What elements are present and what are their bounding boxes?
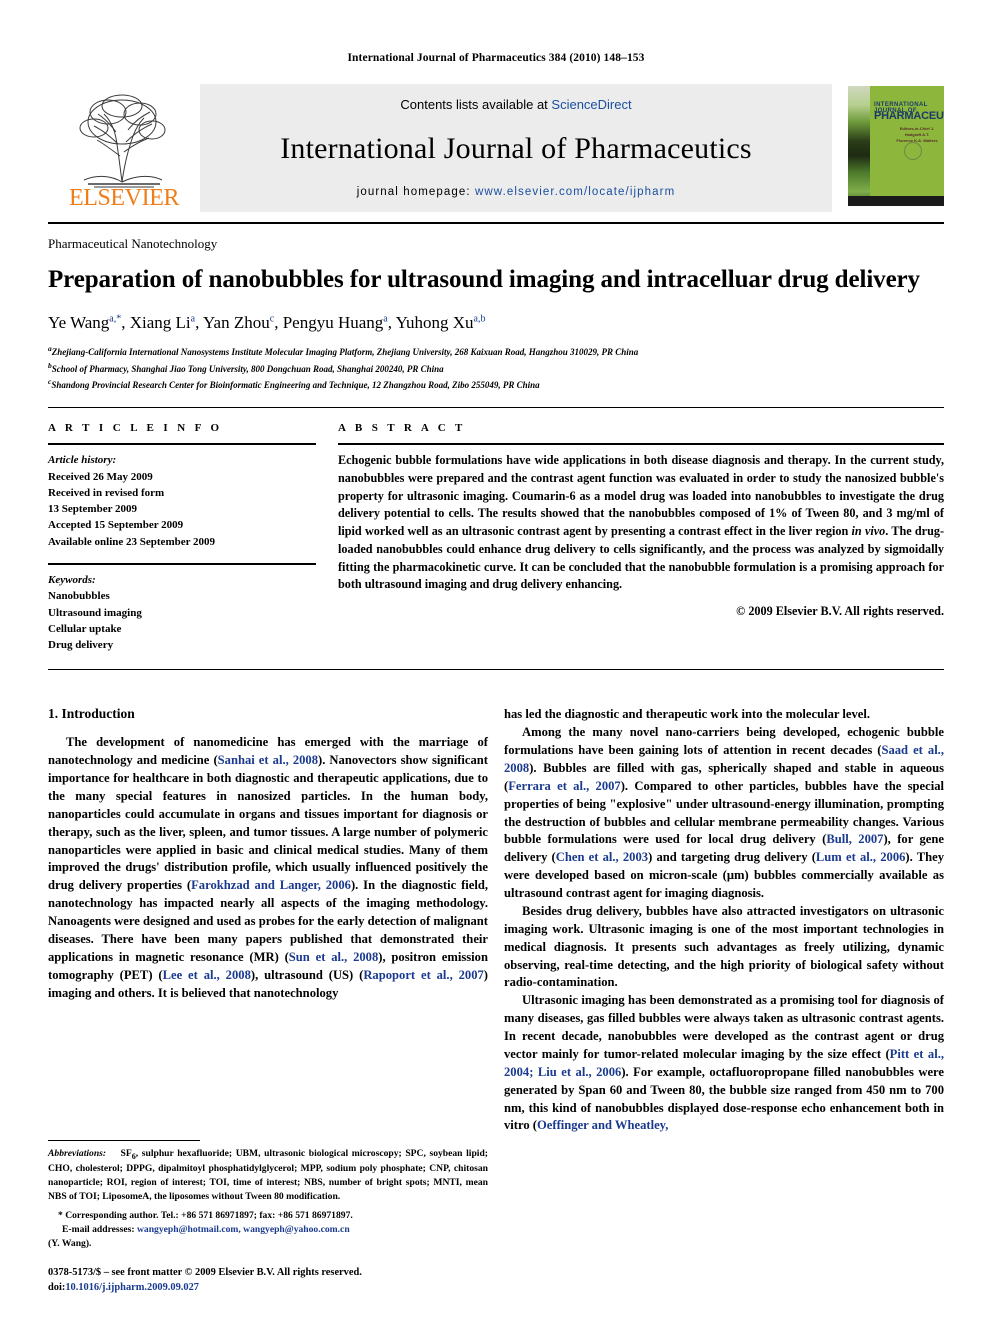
doi-value[interactable]: 10.1016/j.ijpharm.2009.09.027 — [65, 1282, 199, 1293]
journal-homepage-line: journal homepage: www.elsevier.com/locat… — [357, 186, 676, 198]
column-gap — [316, 422, 338, 653]
email-label: E-mail addresses: — [62, 1224, 135, 1236]
cover-emblem-icon — [904, 142, 922, 160]
abstract-column: A B S T R A C T Echogenic bubble formula… — [338, 422, 944, 653]
abstract-bottom-divider — [48, 669, 944, 671]
affiliation-c: cShandong Provincial Research Center for… — [48, 376, 944, 393]
contents-line: Contents lists available at ScienceDirec… — [400, 97, 631, 112]
body-columns: 1. Introduction The development of nanom… — [48, 706, 944, 1135]
cover-line2: PHARMACEUTICS — [874, 110, 944, 122]
keywords-rule — [48, 563, 316, 565]
article-info-rule — [48, 443, 316, 446]
author-list: Ye Wanga,*, Xiang Lia, Yan Zhouc, Pengyu… — [48, 312, 486, 332]
article-info-column: A R T I C L E I N F O Article history: R… — [48, 422, 316, 653]
footnote-area: Abbreviations: SF6, sulphur hexafluoride… — [48, 1140, 488, 1295]
article-info-heading: A R T I C L E I N F O — [48, 422, 223, 435]
abstract-rule — [338, 443, 944, 446]
affiliation-a: aZhejiang-California International Nanos… — [48, 343, 944, 360]
corresponding-author-line: * Corresponding author. Tel.: +86 571 86… — [58, 1210, 353, 1222]
keyword-3: Drug delivery — [48, 639, 114, 652]
title-divider — [48, 407, 944, 409]
abstract-text: Echogenic bubble formulations have wide … — [338, 453, 945, 592]
article-history: Article history: Received 26 May 2009 Re… — [48, 452, 316, 550]
email-line: E-mail addresses: wangyeph@hotmail.com, … — [48, 1223, 488, 1237]
footnote-rule — [48, 1140, 200, 1142]
section-heading-introduction: 1. Introduction — [48, 706, 135, 722]
homepage-prefix: journal homepage: — [356, 186, 475, 198]
info-abstract-row: A R T I C L E I N F O Article history: R… — [48, 422, 944, 653]
running-head: International Journal of Pharmaceutics 3… — [347, 52, 645, 64]
journal-title: International Journal of Pharmaceutics — [280, 132, 752, 165]
body-column-left: 1. Introduction The development of nanom… — [48, 706, 488, 1135]
paragraph-right-2: Besides drug delivery, bubbles have also… — [504, 903, 944, 990]
email-owner: (Y. Wang). — [48, 1237, 92, 1249]
issn-line: 0378-5173/$ – see front matter © 2009 El… — [48, 1266, 362, 1278]
body-column-right: has led the diagnostic and therapeutic w… — [504, 706, 944, 1135]
keywords-label: Keywords: — [48, 574, 96, 586]
keywords-block: Keywords: Nanobubbles Ultrasound imaging… — [48, 572, 316, 653]
issn-block: 0378-5173/$ – see front matter © 2009 El… — [48, 1265, 488, 1295]
elsevier-wordmark: ELSEVIER — [68, 185, 180, 211]
journal-cover-thumbnail: INTERNATIONAL JOURNAL OF PHARMACEUTICS E… — [848, 84, 944, 212]
affiliation-text-c: Shandong Provincial Research Center for … — [51, 380, 540, 391]
doi-line: doi:10.1016/j.ijpharm.2009.09.027 — [48, 1280, 488, 1295]
journal-homepage-link[interactable]: www.elsevier.com/locate/ijpharm — [475, 186, 675, 198]
affiliation-b: bSchool of Pharmacy, Shanghai Jiao Tong … — [48, 360, 944, 377]
elsevier-logo: ELSEVIER — [48, 84, 200, 212]
masthead-center: Contents lists available at ScienceDirec… — [200, 84, 832, 212]
history-line-0: Received 26 May 2009 — [48, 470, 153, 483]
paragraph-right-1: Among the many novel nano-carriers being… — [504, 725, 945, 901]
cover-editors: Editors-in-Chief J. Hadgraft A.T. Floren… — [896, 126, 938, 143]
abstract-copyright: © 2009 Elsevier B.V. All rights reserved… — [736, 603, 944, 618]
affiliation-list: aZhejiang-California International Nanos… — [48, 343, 944, 394]
abbreviations-note: Abbreviations: SF6, sulphur hexafluoride… — [48, 1148, 488, 1202]
affiliation-text-b: School of Pharmacy, Shanghai Jiao Tong U… — [51, 363, 444, 374]
doi-label: doi: — [48, 1281, 66, 1293]
body-column-gap — [488, 706, 504, 1135]
history-line-3: Accepted 15 September 2009 — [48, 519, 184, 532]
history-line-2: 13 September 2009 — [48, 503, 138, 516]
subject-section-label: Pharmaceutical Nanotechnology — [48, 236, 218, 251]
affiliation-text-a: Zhejiang-California International Nanosy… — [51, 346, 639, 357]
paragraph-left-0: The development of nanomedicine has emer… — [48, 735, 488, 1000]
abstract-heading: A B S T R A C T — [338, 422, 466, 435]
paragraph-right-3: Ultrasonic imaging has been demonstrated… — [504, 993, 944, 1133]
masthead-divider — [48, 222, 944, 224]
history-line-1: Received in revised form — [48, 486, 165, 499]
sciencedirect-link[interactable]: ScienceDirect — [551, 97, 631, 112]
email-links[interactable]: wangyeph@hotmail.com, wangyeph@yahoo.com… — [137, 1224, 350, 1235]
history-line-4: Available online 23 September 2009 — [48, 535, 216, 548]
page-title: Preparation of nanobubbles for ultrasoun… — [48, 266, 920, 293]
cover-footer-bar — [848, 196, 944, 206]
cover-photo-strip — [848, 86, 870, 206]
corresponding-author-note: * Corresponding author. Tel.: +86 571 86… — [48, 1209, 488, 1251]
article-history-label: Article history: — [48, 454, 117, 467]
keyword-1: Ultrasound imaging — [48, 606, 142, 619]
journal-masthead: ELSEVIER Contents lists available at Sci… — [48, 84, 944, 212]
paper-page: International Journal of Pharmaceutics 3… — [0, 0, 992, 1323]
contents-prefix: Contents lists available at — [400, 97, 552, 112]
keyword-0: Nanobubbles — [48, 590, 110, 603]
paragraph-right-0: has led the diagnostic and therapeutic w… — [504, 707, 871, 722]
elsevier-tree-icon — [79, 94, 166, 188]
keyword-2: Cellular uptake — [48, 622, 122, 635]
cover-artwork: INTERNATIONAL JOURNAL OF PHARMACEUTICS E… — [848, 86, 944, 206]
